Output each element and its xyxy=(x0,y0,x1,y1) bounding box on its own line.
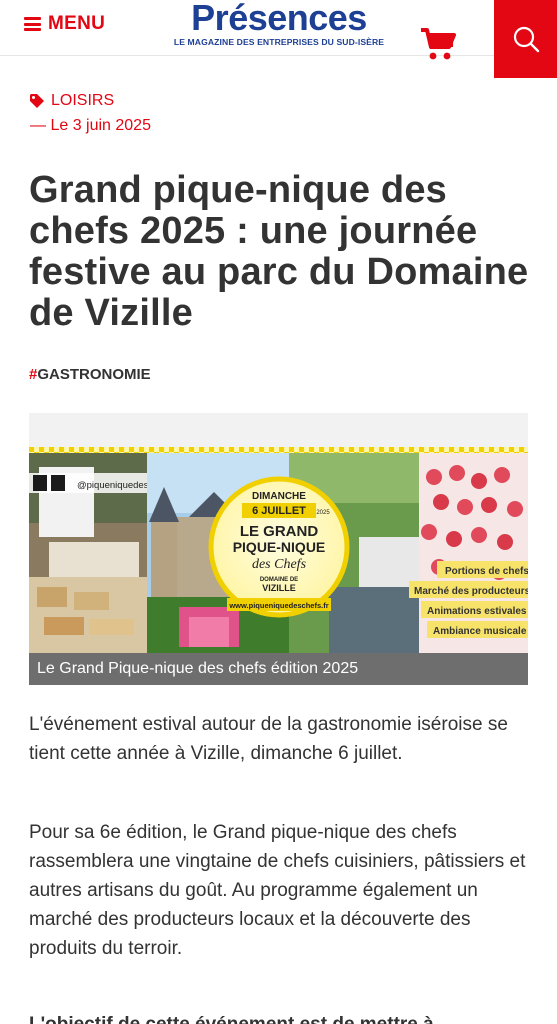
menu-label: MENU xyxy=(48,13,106,34)
search-button[interactable] xyxy=(494,0,557,78)
article-title: Grand pique-nique des chefs 2025 : une j… xyxy=(29,169,529,334)
article-paragraph: L'objectif de cette événement est de met… xyxy=(29,1010,534,1024)
article-paragraph: L'événement estival autour de la gastron… xyxy=(29,714,508,764)
feature-item: Portions de chefs xyxy=(445,566,528,577)
menu-button[interactable]: MENU xyxy=(24,13,105,35)
article-paragraph: Pour sa 6e édition, le Grand pique-nique… xyxy=(29,822,526,959)
feature-item: Ambiance musicale xyxy=(433,626,527,637)
badge-date: 6 JUILLET xyxy=(252,505,306,517)
site-header: MENU Présences LE MAGAZINE DES ENTREPRIS… xyxy=(0,0,557,60)
instagram-icon xyxy=(51,475,65,491)
logo-wordmark: Présences xyxy=(191,0,367,38)
badge-url: www.piqueniquedeschefs.fr xyxy=(228,601,328,610)
feature-item: Marché des producteurs xyxy=(414,586,528,597)
logo-tagline: LE MAGAZINE DES ENTREPRISES DU SUD-ISÈRE xyxy=(173,37,385,47)
article-figure: @piqueniquedeschefs Portions de chefs Ma… xyxy=(29,413,528,685)
badge-title-1: LE GRAND xyxy=(240,523,319,540)
facebook-icon xyxy=(33,475,47,491)
badge-day: DIMANCHE xyxy=(252,491,306,502)
search-icon xyxy=(513,26,539,53)
category-label: LOISIRS xyxy=(51,92,115,109)
feature-item: Animations estivales xyxy=(427,606,527,617)
tag-link-gastronomie[interactable]: #GASTRONOMIE xyxy=(29,366,151,383)
tag-label: GASTRONOMIE xyxy=(37,366,151,383)
menu-icon xyxy=(24,17,41,31)
site-logo[interactable]: Présences LE MAGAZINE DES ENTREPRISES DU… xyxy=(166,0,392,52)
badge-year: 2025 xyxy=(316,510,330,516)
event-badge: DIMANCHE 6 JUILLET 2025 LE GRAND PIQUE-N… xyxy=(208,476,350,618)
cart-button[interactable] xyxy=(420,26,456,62)
category-link[interactable]: LOISIRS xyxy=(29,92,114,110)
image-caption: Le Grand Pique-nique des chefs édition 2… xyxy=(29,653,528,685)
badge-place-2: VIZILLE xyxy=(262,583,296,593)
cart-icon xyxy=(421,28,456,60)
badge-title-3: des Chefs xyxy=(252,557,307,572)
badge-title-2: PIQUE-NIQUE xyxy=(233,539,326,555)
article-banner-image[interactable]: @piqueniquedeschefs Portions de chefs Ma… xyxy=(29,447,528,653)
publish-date: — Le 3 juin 2025 xyxy=(30,117,151,134)
tag-icon xyxy=(30,94,44,108)
